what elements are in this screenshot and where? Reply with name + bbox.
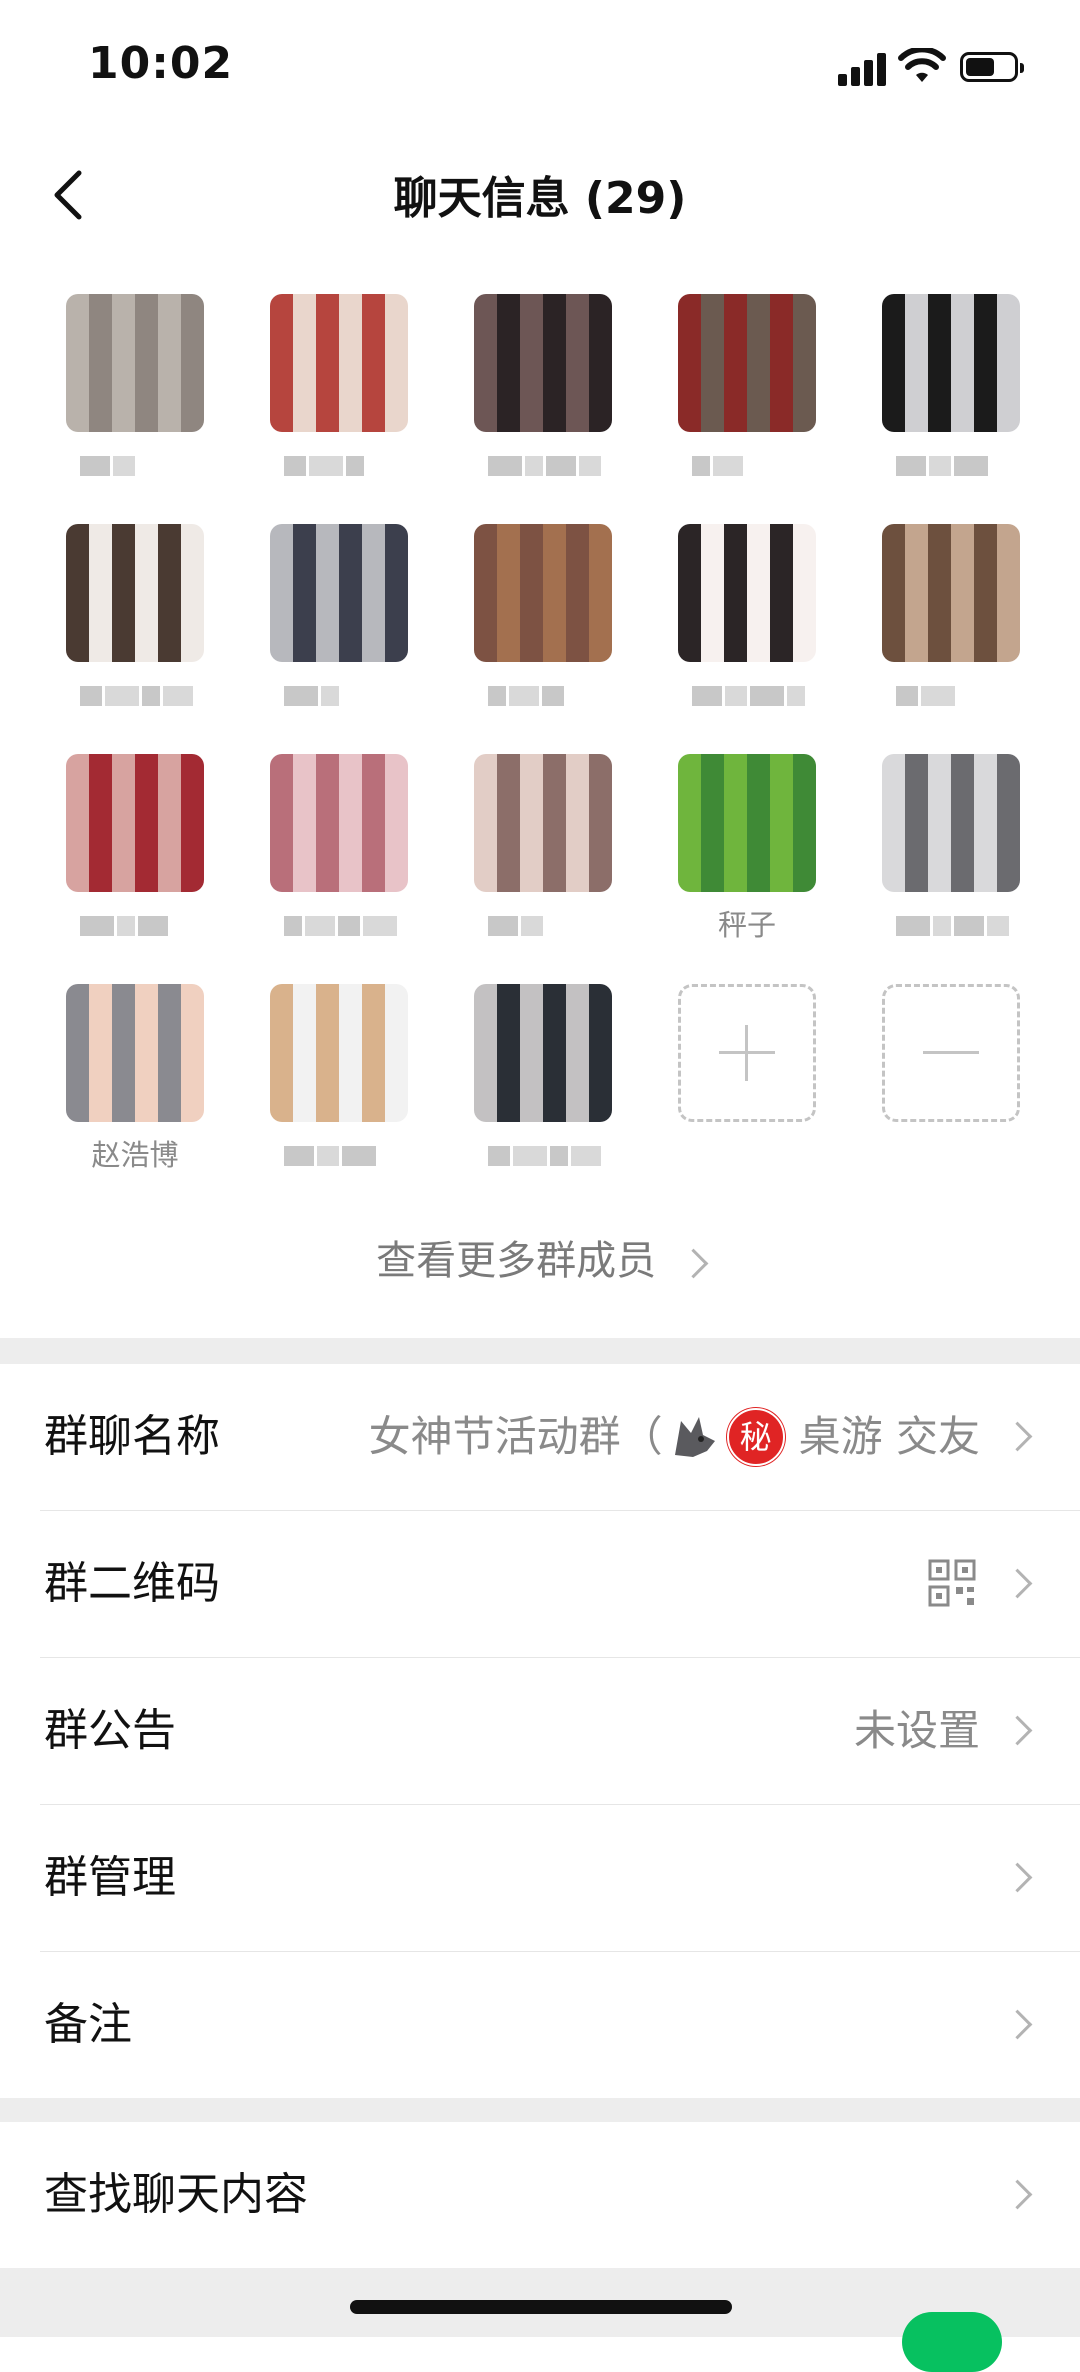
view-more-members-link[interactable]: 查看更多群成员 bbox=[0, 1228, 1080, 1286]
search-chat-label: 查找聊天内容 bbox=[44, 2169, 308, 2220]
member-avatar-cell[interactable] bbox=[876, 750, 1026, 960]
member-avatar-cell[interactable] bbox=[876, 520, 1026, 730]
member-avatar-cell[interactable]: 秤子 bbox=[672, 750, 822, 960]
remark-label: 备注 bbox=[44, 1999, 132, 2050]
wolf-emoji-icon bbox=[674, 1417, 715, 1457]
member-name-redacted bbox=[896, 686, 958, 708]
section-gap bbox=[0, 1338, 1080, 1364]
member-name-redacted bbox=[488, 456, 604, 478]
add-member-icon bbox=[678, 984, 816, 1122]
member-avatar bbox=[270, 294, 408, 432]
member-avatar bbox=[66, 524, 204, 662]
group-manage-row[interactable]: 群管理 bbox=[0, 1805, 1080, 1951]
member-name-redacted bbox=[284, 686, 342, 708]
qr-code-icon bbox=[928, 1559, 976, 1607]
member-avatar-cell[interactable] bbox=[60, 750, 210, 960]
member-avatar bbox=[474, 294, 612, 432]
chevron-right-icon bbox=[1002, 1862, 1033, 1893]
nav-bar: 聊天信息 (29) bbox=[0, 140, 1080, 250]
member-name-redacted bbox=[488, 916, 546, 938]
member-name: 秤子 bbox=[717, 908, 776, 942]
remove-member-icon bbox=[882, 984, 1020, 1122]
add-member-button[interactable] bbox=[672, 980, 822, 1190]
group-notice-row[interactable]: 群公告 未设置 bbox=[0, 1658, 1080, 1804]
member-avatar bbox=[678, 754, 816, 892]
section-gap bbox=[0, 2098, 1080, 2122]
member-name-redacted bbox=[488, 1146, 604, 1168]
member-avatar bbox=[270, 524, 408, 662]
member-name-redacted bbox=[896, 916, 1012, 938]
member-avatar-cell[interactable] bbox=[468, 980, 618, 1190]
member-name-redacted bbox=[488, 686, 567, 708]
qr-code-row[interactable]: 群二维码 bbox=[0, 1511, 1080, 1657]
member-name-redacted bbox=[80, 686, 196, 708]
member-avatar-cell[interactable] bbox=[468, 520, 618, 730]
member-avatar-cell[interactable] bbox=[468, 290, 618, 500]
signal-icon bbox=[838, 52, 888, 86]
member-name-redacted bbox=[80, 916, 171, 938]
member-name-redacted bbox=[692, 686, 808, 708]
member-avatar-cell[interactable] bbox=[468, 750, 618, 960]
member-avatar-cell[interactable] bbox=[264, 290, 414, 500]
remark-row[interactable]: 备注 bbox=[0, 1952, 1080, 2098]
member-avatar bbox=[270, 754, 408, 892]
partial-toggle-switch[interactable] bbox=[902, 2312, 1002, 2372]
qr-code-label: 群二维码 bbox=[44, 1558, 220, 1609]
member-avatar bbox=[270, 984, 408, 1122]
chevron-right-icon bbox=[1002, 1715, 1033, 1746]
group-notice-value: 未设置 bbox=[853, 1706, 980, 1755]
search-chat-row[interactable]: 查找聊天内容 bbox=[0, 2122, 1080, 2268]
group-name-row[interactable]: 群聊名称 女神节活动群（ 秘 桌游 交友 bbox=[0, 1364, 1080, 1510]
member-avatar bbox=[66, 754, 204, 892]
group-manage-label: 群管理 bbox=[44, 1852, 176, 1903]
page-title: 聊天信息 (29) bbox=[393, 173, 687, 224]
member-name-redacted bbox=[284, 456, 367, 478]
member-avatar-cell[interactable] bbox=[264, 980, 414, 1190]
secret-badge: 秘 bbox=[726, 1408, 785, 1466]
member-name-redacted bbox=[80, 456, 138, 478]
member-name: 赵浩博 bbox=[91, 1138, 179, 1172]
member-avatar-cell[interactable]: 赵浩博 bbox=[60, 980, 210, 1190]
chevron-right-icon bbox=[1002, 2179, 1033, 2210]
member-avatar bbox=[678, 524, 816, 662]
member-avatar bbox=[882, 524, 1020, 662]
member-avatar bbox=[474, 984, 612, 1122]
group-notice-label: 群公告 bbox=[44, 1705, 176, 1756]
member-name-redacted bbox=[284, 1146, 379, 1168]
chevron-right-icon bbox=[1002, 1568, 1033, 1599]
member-name-redacted bbox=[896, 456, 991, 478]
group-name-value: 女神节活动群（ 秘 桌游 交友 bbox=[369, 1364, 980, 1510]
member-avatar-cell[interactable] bbox=[60, 290, 210, 500]
chevron-right-icon bbox=[678, 1248, 709, 1279]
member-avatar bbox=[66, 984, 204, 1122]
member-name-redacted bbox=[284, 916, 400, 938]
member-avatar-cell[interactable] bbox=[60, 520, 210, 730]
member-avatar bbox=[474, 524, 612, 662]
wifi-icon bbox=[898, 48, 946, 82]
member-avatar-cell[interactable] bbox=[672, 290, 822, 500]
member-avatar-cell[interactable] bbox=[264, 750, 414, 960]
chevron-right-icon bbox=[1002, 2009, 1033, 2040]
status-time: 10:02 bbox=[88, 38, 234, 89]
group-name-prefix: 女神节活动群（ bbox=[368, 1412, 663, 1461]
member-avatar bbox=[474, 754, 612, 892]
remove-member-button[interactable] bbox=[876, 980, 1026, 1190]
member-avatar bbox=[882, 294, 1020, 432]
member-avatar-cell[interactable] bbox=[876, 290, 1026, 500]
chevron-right-icon bbox=[1002, 1421, 1033, 1452]
member-avatar bbox=[678, 294, 816, 432]
view-more-members-label: 查看更多群成员 bbox=[376, 1238, 657, 1284]
group-name-label: 群聊名称 bbox=[44, 1411, 220, 1462]
member-avatar bbox=[66, 294, 204, 432]
home-indicator bbox=[350, 2300, 732, 2314]
member-avatar bbox=[882, 754, 1020, 892]
group-name-suffix: 桌游 交友 bbox=[798, 1412, 980, 1461]
battery-icon bbox=[960, 52, 1024, 82]
battery-level bbox=[966, 58, 994, 76]
member-avatar-cell[interactable] bbox=[672, 520, 822, 730]
status-bar: 10:02 bbox=[0, 0, 1080, 130]
member-name-redacted bbox=[692, 456, 746, 478]
member-avatar-cell[interactable] bbox=[264, 520, 414, 730]
